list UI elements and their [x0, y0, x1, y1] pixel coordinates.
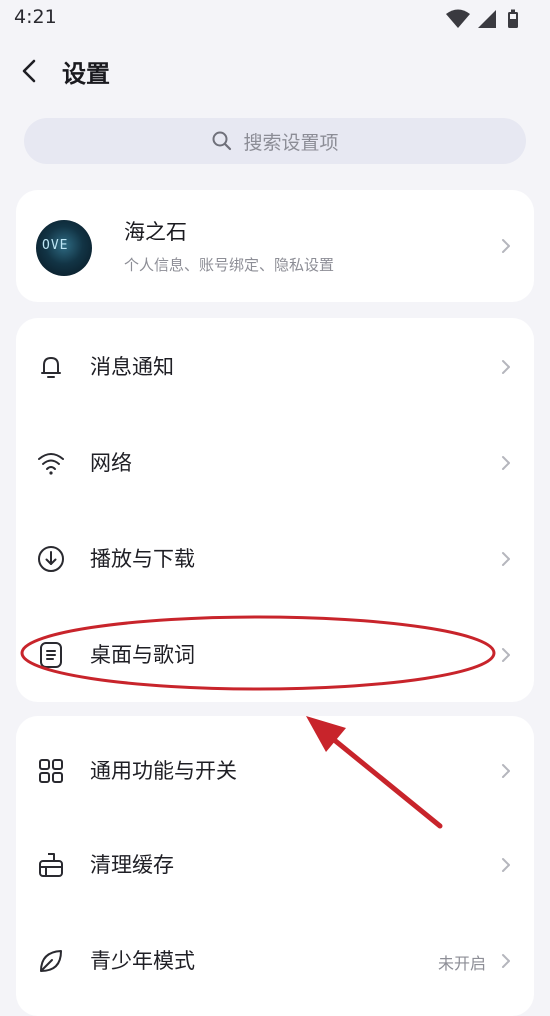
settings-item-general-functions[interactable]: 通用功能与开关: [16, 722, 534, 818]
lyrics-document-icon: [40, 642, 62, 668]
settings-item-teen-mode[interactable]: 青少年模式 未开启: [16, 912, 534, 1008]
settings-item-network[interactable]: 网络: [16, 414, 534, 510]
settings-item-notifications[interactable]: 消息通知: [16, 318, 534, 414]
avatar-logo-text: OVE: [42, 238, 69, 253]
wifi-status-icon: [446, 9, 470, 28]
battery-icon: [508, 9, 518, 28]
search-placeholder: 搜索设置项: [243, 131, 339, 154]
chevron-right-icon: [502, 764, 510, 778]
chevron-right-icon: [502, 648, 510, 662]
chevron-right-icon: [502, 456, 510, 470]
chevron-right-icon: [502, 360, 510, 374]
grid-icon: [39, 759, 63, 783]
profile-card[interactable]: OVE 海之石 个人信息、账号绑定、隐私设置: [16, 190, 534, 302]
settings-item-label: 消息通知: [90, 355, 174, 379]
bell-icon: [41, 357, 61, 378]
avatar: OVE: [36, 220, 92, 276]
settings-item-label: 网络: [90, 451, 132, 475]
settings-group-2: 通用功能与开关 清理缓存 青少年模式 未开启: [16, 716, 534, 1016]
status-time: 4:21: [14, 6, 57, 28]
wifi-icon: [38, 453, 64, 475]
download-icon: [38, 546, 64, 572]
search-icon: [212, 131, 232, 151]
settings-item-label: 通用功能与开关: [90, 759, 237, 783]
signal-icon: [478, 10, 496, 28]
settings-item-label: 清理缓存: [90, 853, 174, 877]
teen-mode-status: 未开启: [437, 954, 486, 973]
chevron-left-icon: [22, 59, 36, 83]
chevron-right-icon: [502, 552, 510, 566]
settings-item-label: 桌面与歌词: [90, 643, 195, 667]
leaf-icon: [40, 950, 62, 972]
chevron-right-icon: [502, 239, 510, 253]
page-title: 设置: [62, 60, 110, 88]
chevron-right-icon: [502, 954, 510, 968]
search-input[interactable]: 搜索设置项: [24, 118, 526, 164]
chevron-right-icon: [502, 858, 510, 872]
settings-item-playback-download[interactable]: 播放与下载: [16, 510, 534, 606]
settings-group-1: 消息通知 网络 播放与下载 桌面与歌词: [16, 318, 534, 702]
settings-item-clear-cache[interactable]: 清理缓存: [16, 816, 534, 912]
status-bar: 4:21: [0, 0, 550, 38]
settings-item-desktop-lyrics[interactable]: 桌面与歌词: [16, 606, 534, 702]
status-icons: [444, 8, 530, 34]
settings-item-label: 青少年模式: [90, 949, 195, 973]
back-button[interactable]: [12, 51, 48, 91]
broom-icon: [39, 853, 63, 877]
profile-subtitle: 个人信息、账号绑定、隐私设置: [124, 256, 335, 274]
profile-name: 海之石: [124, 220, 187, 244]
settings-item-label: 播放与下载: [90, 547, 195, 571]
header: 设置: [0, 45, 550, 97]
